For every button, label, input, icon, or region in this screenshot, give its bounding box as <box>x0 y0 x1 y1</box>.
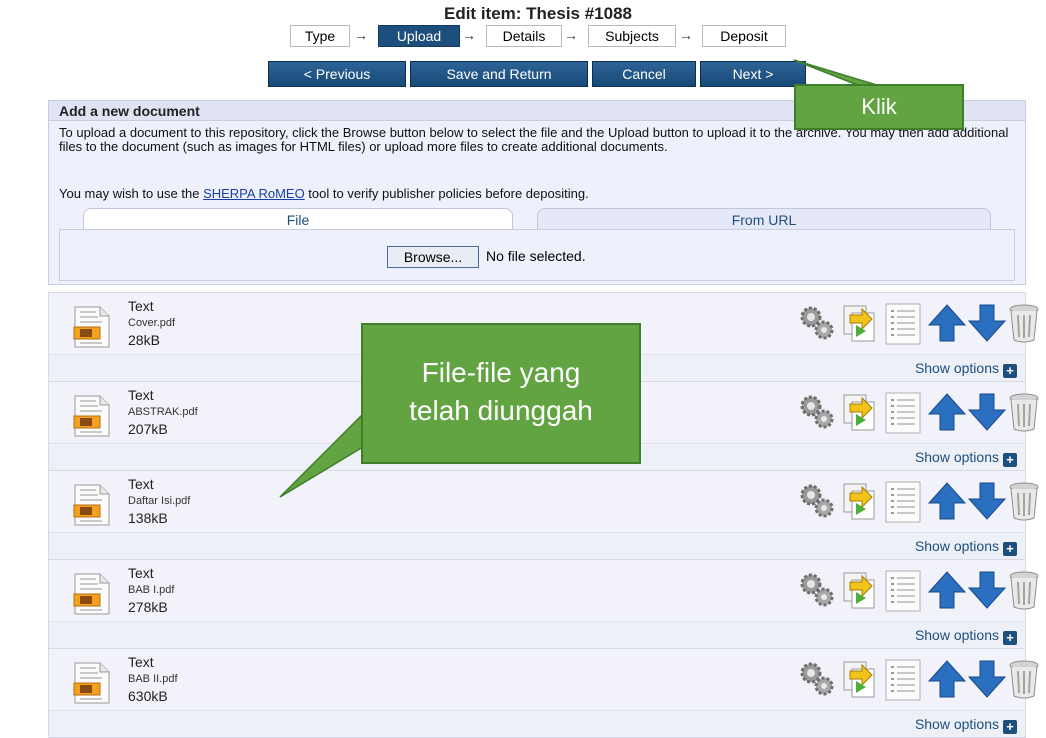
klik-callout: Klik <box>794 84 964 130</box>
callout-line-2: telah diunggah <box>409 395 593 426</box>
callout-line-1: File-file yang <box>421 357 581 388</box>
klik-pointer <box>793 59 881 87</box>
uploaded-files-callout: File-file yang telah diunggah <box>361 323 641 464</box>
show-options-link[interactable]: Show options + <box>915 716 1017 734</box>
plus-icon[interactable]: + <box>1003 720 1017 734</box>
